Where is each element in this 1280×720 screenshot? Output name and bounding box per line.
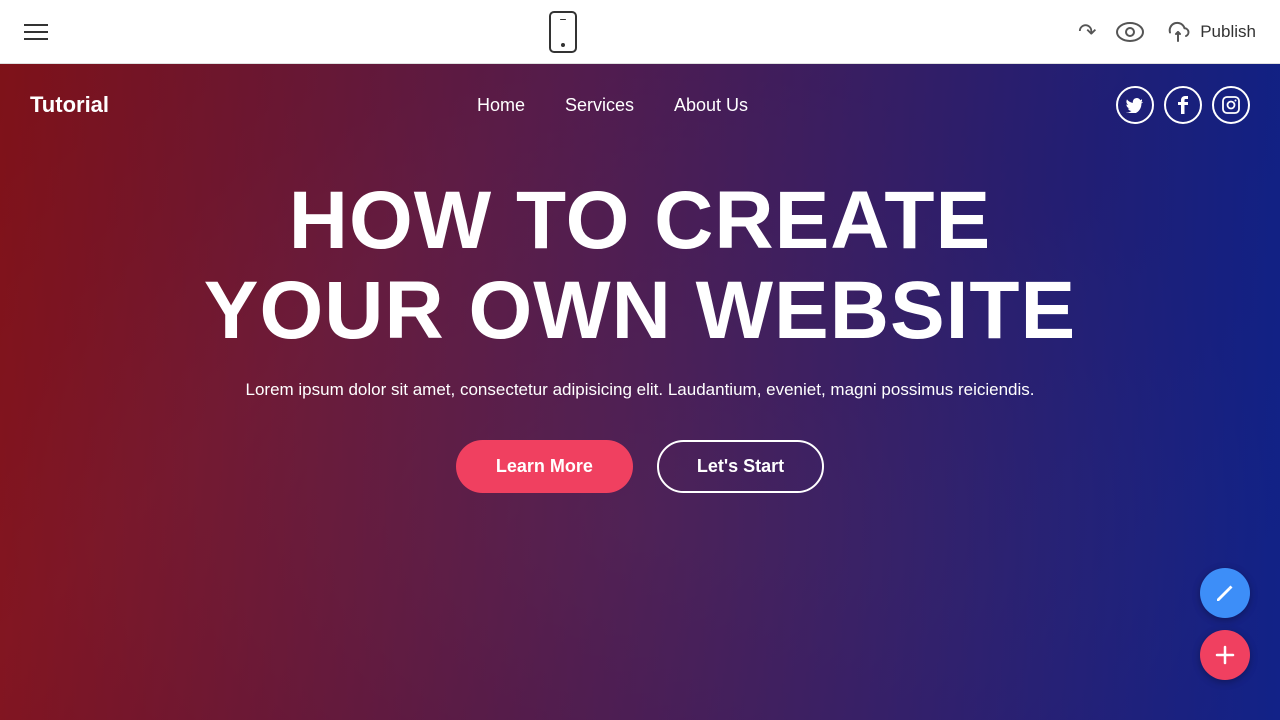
fab-container xyxy=(1200,568,1250,680)
site-social-icons xyxy=(1116,86,1250,124)
fab-add-button[interactable] xyxy=(1200,630,1250,680)
mobile-preview-icon[interactable] xyxy=(549,11,577,53)
hero-title-line2: YOUR OWN WEBSITE xyxy=(204,265,1076,356)
hero-title: HOW TO CREATE YOUR OWN WEBSITE xyxy=(100,176,1180,356)
site-nav-links: Home Services About Us xyxy=(477,95,748,116)
nav-link-services[interactable]: Services xyxy=(565,95,634,116)
hero-subtitle: Lorem ipsum dolor sit amet, consectetur … xyxy=(190,376,1090,403)
facebook-icon[interactable] xyxy=(1164,86,1202,124)
undo-icon[interactable]: ↶ xyxy=(1078,19,1096,45)
phone-dot xyxy=(561,43,565,47)
hero-content: HOW TO CREATE YOUR OWN WEBSITE Lorem ips… xyxy=(0,146,1280,493)
publish-label: Publish xyxy=(1200,22,1256,42)
site-navbar: Tutorial Home Services About Us xyxy=(0,64,1280,146)
learn-more-button[interactable]: Learn More xyxy=(456,440,633,493)
website-preview: Tutorial Home Services About Us xyxy=(0,64,1280,720)
cloud-upload-icon xyxy=(1164,20,1192,44)
hamburger-menu-icon[interactable] xyxy=(24,24,48,40)
hero-buttons: Learn More Let's Start xyxy=(100,440,1180,493)
nav-link-about-us[interactable]: About Us xyxy=(674,95,748,116)
publish-button[interactable]: Publish xyxy=(1164,20,1256,44)
twitter-icon[interactable] xyxy=(1116,86,1154,124)
hero-title-line1: HOW TO CREATE xyxy=(289,175,991,266)
lets-start-button[interactable]: Let's Start xyxy=(657,440,824,493)
preview-eye-icon[interactable] xyxy=(1116,22,1144,42)
fab-edit-button[interactable] xyxy=(1200,568,1250,618)
toolbar: ↶ Publish xyxy=(0,0,1280,64)
instagram-icon[interactable] xyxy=(1212,86,1250,124)
nav-link-home[interactable]: Home xyxy=(477,95,525,116)
site-logo[interactable]: Tutorial xyxy=(30,92,109,118)
